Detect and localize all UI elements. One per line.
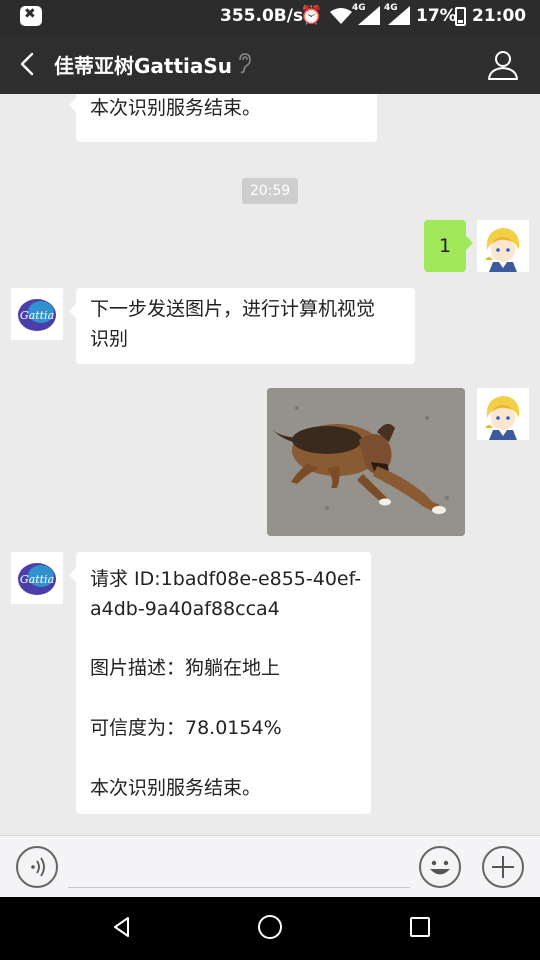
received-message-bubble[interactable]: 请求 ID:1badf08e-e855-40ef- a4db-9a40af88c… [69, 552, 371, 814]
chat-title: 佳蒂亚树GattiaSu [54, 54, 233, 78]
message-text: 本次识别服务结束。 [90, 97, 262, 119]
alarm-icon: ⏰ [300, 5, 323, 26]
message-text: 识别 [90, 328, 129, 350]
message-text: 1 [438, 235, 452, 257]
nav-home-icon[interactable] [258, 915, 282, 939]
signal-icon [358, 6, 380, 25]
message-input-bar [0, 835, 540, 897]
network-speed: 355.0B/s [220, 6, 304, 26]
system-nav-bar [0, 897, 540, 960]
voice-button[interactable] [16, 846, 58, 888]
user-avatar[interactable] [477, 388, 529, 440]
sent-message-bubble[interactable]: 1 [424, 220, 473, 272]
user-avatar-image [477, 388, 529, 440]
wifi-icon [330, 8, 352, 24]
voice-icon [31, 857, 45, 877]
chat-header: 佳蒂亚树GattiaSu [0, 34, 540, 94]
gattia-logo-text: Gattia [20, 309, 54, 322]
earpiece-icon [239, 53, 251, 74]
plus-icon [492, 856, 514, 878]
message-text: 请求 ID:1badf08e-e855-40ef- [90, 568, 362, 590]
message-text: 本次识别服务结束。 [90, 777, 262, 799]
gattia-logo-text: Gattia [20, 573, 54, 586]
user-avatar-image [477, 220, 529, 272]
sent-photo[interactable] [267, 388, 465, 536]
person-icon[interactable] [486, 48, 520, 82]
clock: 21:00 [472, 6, 527, 26]
gattia-logo: Gattia [11, 288, 63, 340]
nav-back-icon[interactable] [110, 915, 134, 939]
message-timestamp: 20:59 [242, 178, 298, 204]
message-input[interactable] [68, 846, 410, 888]
status-bar: 355.0B/s ⏰ 4G 4G 17% 21:00 [0, 0, 540, 34]
more-button[interactable] [482, 846, 524, 888]
message-text: a4db-9a40af88cca4 [90, 598, 280, 620]
bot-avatar[interactable]: Gattia [11, 552, 63, 604]
gattia-logo: Gattia [11, 552, 63, 604]
message-text: 可信度为：78.0154% [90, 717, 282, 739]
message-text: 图片描述：狗躺在地上 [90, 657, 281, 679]
received-message-bubble[interactable]: 下一步发送图片，进行计算机视觉 识别 [69, 288, 415, 364]
emoji-button[interactable] [419, 846, 461, 888]
back-arrow-icon[interactable] [14, 48, 44, 80]
notification-icon [20, 6, 42, 26]
user-avatar[interactable] [477, 220, 529, 272]
bot-avatar[interactable]: Gattia [11, 288, 63, 340]
battery-percent: 17% [416, 6, 457, 26]
signal-icon [388, 6, 410, 25]
chat-area[interactable]: 本次识别服务结束。 20:59 1 Gattia 下一步发送图片，进行计算机视觉 [0, 94, 540, 835]
battery-icon [455, 7, 466, 26]
emoji-icon [430, 860, 450, 875]
message-bubble[interactable]: 本次识别服务结束。 [69, 94, 377, 142]
dog-photo [267, 388, 465, 536]
nav-recents-icon[interactable] [410, 917, 430, 937]
message-text: 下一步发送图片，进行计算机视觉 [90, 298, 376, 320]
